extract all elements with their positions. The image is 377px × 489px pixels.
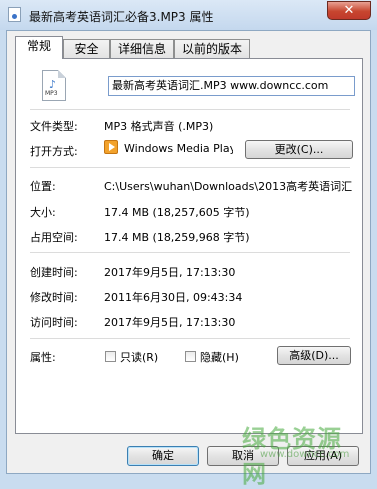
advanced-button[interactable]: 高级(D)... bbox=[277, 346, 351, 365]
divider bbox=[30, 109, 350, 110]
music-file-icon: ♪ MP3 bbox=[42, 70, 66, 101]
window-title: 最新高考英语词汇必备3.MP3 属性 bbox=[29, 10, 214, 24]
open-with-value: Windows Media Player bbox=[124, 142, 233, 155]
disk-size-label: 占用空间: bbox=[30, 231, 78, 244]
tab-general[interactable]: 常规 bbox=[15, 36, 63, 59]
location-value: C:\Users\wuhan\Downloads\2013高考英语词汇 bbox=[104, 180, 353, 193]
location-label: 位置: bbox=[30, 180, 56, 193]
created-value: 2017年9月5日, 17:13:30 bbox=[104, 266, 236, 279]
title-bar[interactable]: 最新高考英语词汇必备3.MP3 属性 ✕ bbox=[0, 0, 377, 30]
mp3-file-icon bbox=[8, 7, 21, 22]
open-with-label: 打开方式: bbox=[30, 145, 78, 158]
modified-label: 修改时间: bbox=[30, 291, 78, 304]
tab-previous-versions[interactable]: 以前的版本 bbox=[174, 39, 250, 58]
attributes-label: 属性: bbox=[30, 351, 56, 364]
media-player-icon bbox=[104, 140, 118, 154]
size-value: 17.4 MB (18,257,605 字节) bbox=[104, 206, 250, 219]
dialog-client: 常规 安全 详细信息 以前的版本 ♪ MP3 最新高考英语词汇.MP3 www.… bbox=[6, 30, 371, 474]
general-panel: ♪ MP3 最新高考英语词汇.MP3 www.downcc.com 文件类型: … bbox=[15, 58, 363, 434]
file-type-value: MP3 格式声音 (.MP3) bbox=[104, 120, 214, 133]
modified-value: 2011年6月30日, 09:43:34 bbox=[104, 291, 243, 304]
divider bbox=[30, 167, 350, 168]
tab-details[interactable]: 详细信息 bbox=[110, 39, 174, 58]
change-button[interactable]: 更改(C)... bbox=[245, 140, 353, 159]
ok-button[interactable]: 确定 bbox=[127, 446, 199, 466]
hidden-checkbox[interactable] bbox=[185, 351, 196, 362]
readonly-label[interactable]: 只读(R) bbox=[120, 349, 158, 365]
cancel-button[interactable]: 取消 bbox=[207, 446, 279, 466]
file-name-input[interactable]: 最新高考英语词汇.MP3 www.downcc.com bbox=[108, 76, 355, 96]
accessed-label: 访问时间: bbox=[30, 316, 78, 329]
created-label: 创建时间: bbox=[30, 266, 78, 279]
close-button[interactable]: ✕ bbox=[327, 1, 371, 20]
divider bbox=[30, 252, 350, 253]
readonly-checkbox[interactable] bbox=[105, 351, 116, 362]
size-label: 大小: bbox=[30, 206, 56, 219]
hidden-label[interactable]: 隐藏(H) bbox=[200, 349, 239, 365]
accessed-value: 2017年9月5日, 17:13:30 bbox=[104, 316, 236, 329]
file-type-label: 文件类型: bbox=[30, 120, 78, 133]
apply-button[interactable]: 应用(A) bbox=[287, 446, 359, 466]
tab-security[interactable]: 安全 bbox=[63, 39, 110, 58]
divider bbox=[30, 338, 350, 339]
disk-size-value: 17.4 MB (18,259,968 字节) bbox=[104, 231, 250, 244]
